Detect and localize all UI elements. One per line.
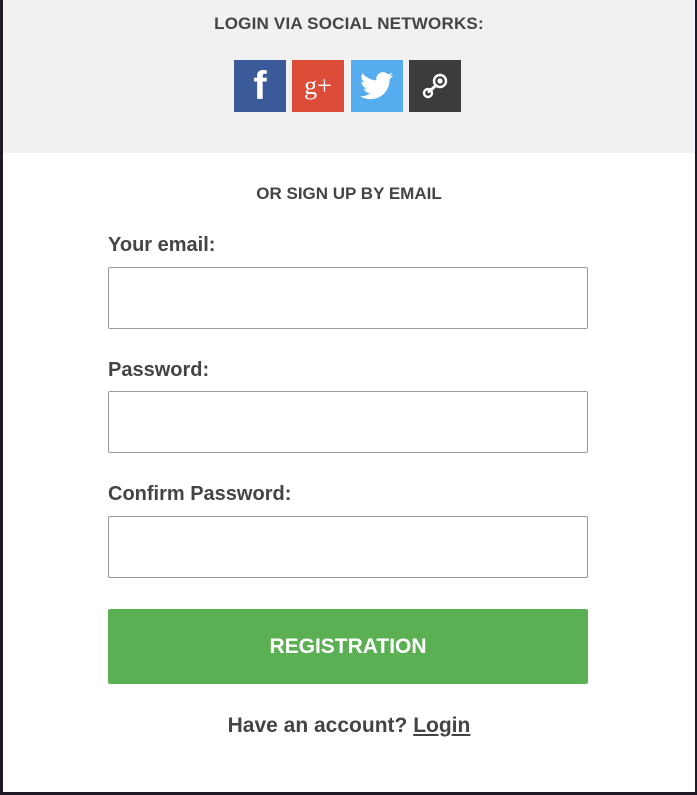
- google-plus-icon: g+: [304, 71, 332, 100]
- steam-icon: [422, 73, 448, 99]
- twitter-icon: [360, 72, 394, 100]
- steam-login-button[interactable]: [409, 60, 461, 112]
- social-login-title: LOGIN VIA SOCIAL NETWORKS:: [214, 14, 484, 33]
- confirm-password-label: Confirm Password:: [108, 483, 292, 505]
- registration-dialog: LOGIN VIA SOCIAL NETWORKS: f g+ OR SIGN …: [3, 0, 695, 792]
- facebook-login-button[interactable]: f: [234, 60, 286, 112]
- twitter-login-button[interactable]: [351, 60, 403, 112]
- registration-button[interactable]: REGISTRATION: [108, 609, 588, 684]
- have-account-prompt: Have an account?: [227, 714, 408, 737]
- password-label: Password:: [108, 359, 210, 381]
- google-plus-login-button[interactable]: g+: [292, 60, 344, 112]
- have-account-line: Have an account? Login: [3, 714, 695, 738]
- social-login-panel: LOGIN VIA SOCIAL NETWORKS: f g+: [3, 0, 695, 153]
- email-field[interactable]: [108, 267, 588, 329]
- login-link[interactable]: Login: [413, 714, 470, 737]
- confirm-password-field[interactable]: [108, 516, 588, 578]
- email-label: Your email:: [108, 234, 216, 256]
- password-field[interactable]: [108, 391, 588, 453]
- facebook-icon: f: [253, 64, 267, 108]
- email-signup-title: OR SIGN UP BY EMAIL: [256, 184, 442, 203]
